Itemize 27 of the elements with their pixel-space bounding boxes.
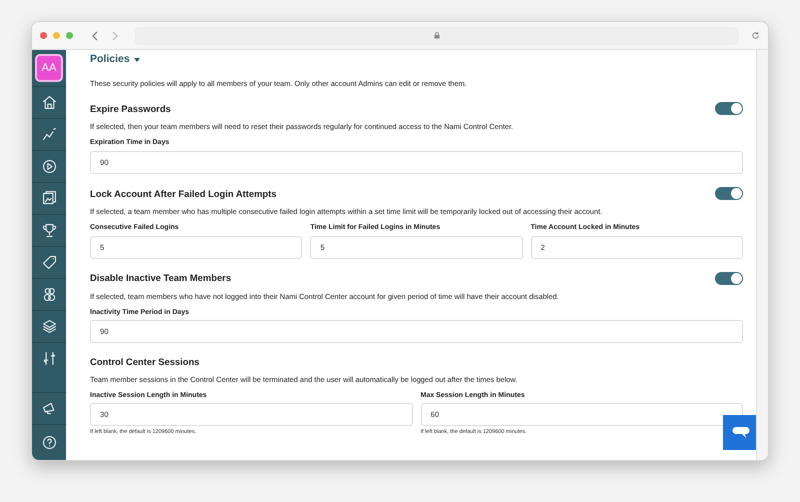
speech-bubble-icon [732, 426, 750, 440]
page-title: Policies [90, 52, 130, 67]
picture-cards-icon [40, 190, 58, 207]
maximize-window-dot[interactable] [66, 32, 73, 39]
reload-icon[interactable] [751, 31, 760, 40]
toggle-switch[interactable] [715, 186, 743, 200]
lock-icon [434, 32, 440, 39]
section-title: Lock Account After Failed Login Attempts [90, 188, 276, 199]
chat-button[interactable] [723, 415, 756, 450]
trophy-icon [40, 222, 58, 239]
section-title: Disable Inactive Team Members [90, 272, 232, 284]
scrollbar-track[interactable] [756, 50, 768, 460]
minimize-window-dot[interactable] [53, 32, 60, 39]
megaphone-icon [40, 400, 58, 417]
help-icon [40, 434, 58, 451]
layers-icon [40, 318, 58, 335]
toggle-switch[interactable] [715, 272, 743, 285]
play-circle-icon [40, 158, 58, 175]
home-icon [40, 94, 58, 111]
line-chart-icon [40, 126, 58, 143]
toggle-switch[interactable] [715, 102, 743, 115]
caret-icon[interactable] [134, 58, 140, 62]
back-icon[interactable] [91, 30, 99, 40]
close-window-dot[interactable] [40, 32, 47, 39]
section-title: Control Center Sessions [90, 356, 200, 368]
tag-icon [40, 254, 58, 271]
section-title: Expire Passwords [90, 102, 171, 114]
